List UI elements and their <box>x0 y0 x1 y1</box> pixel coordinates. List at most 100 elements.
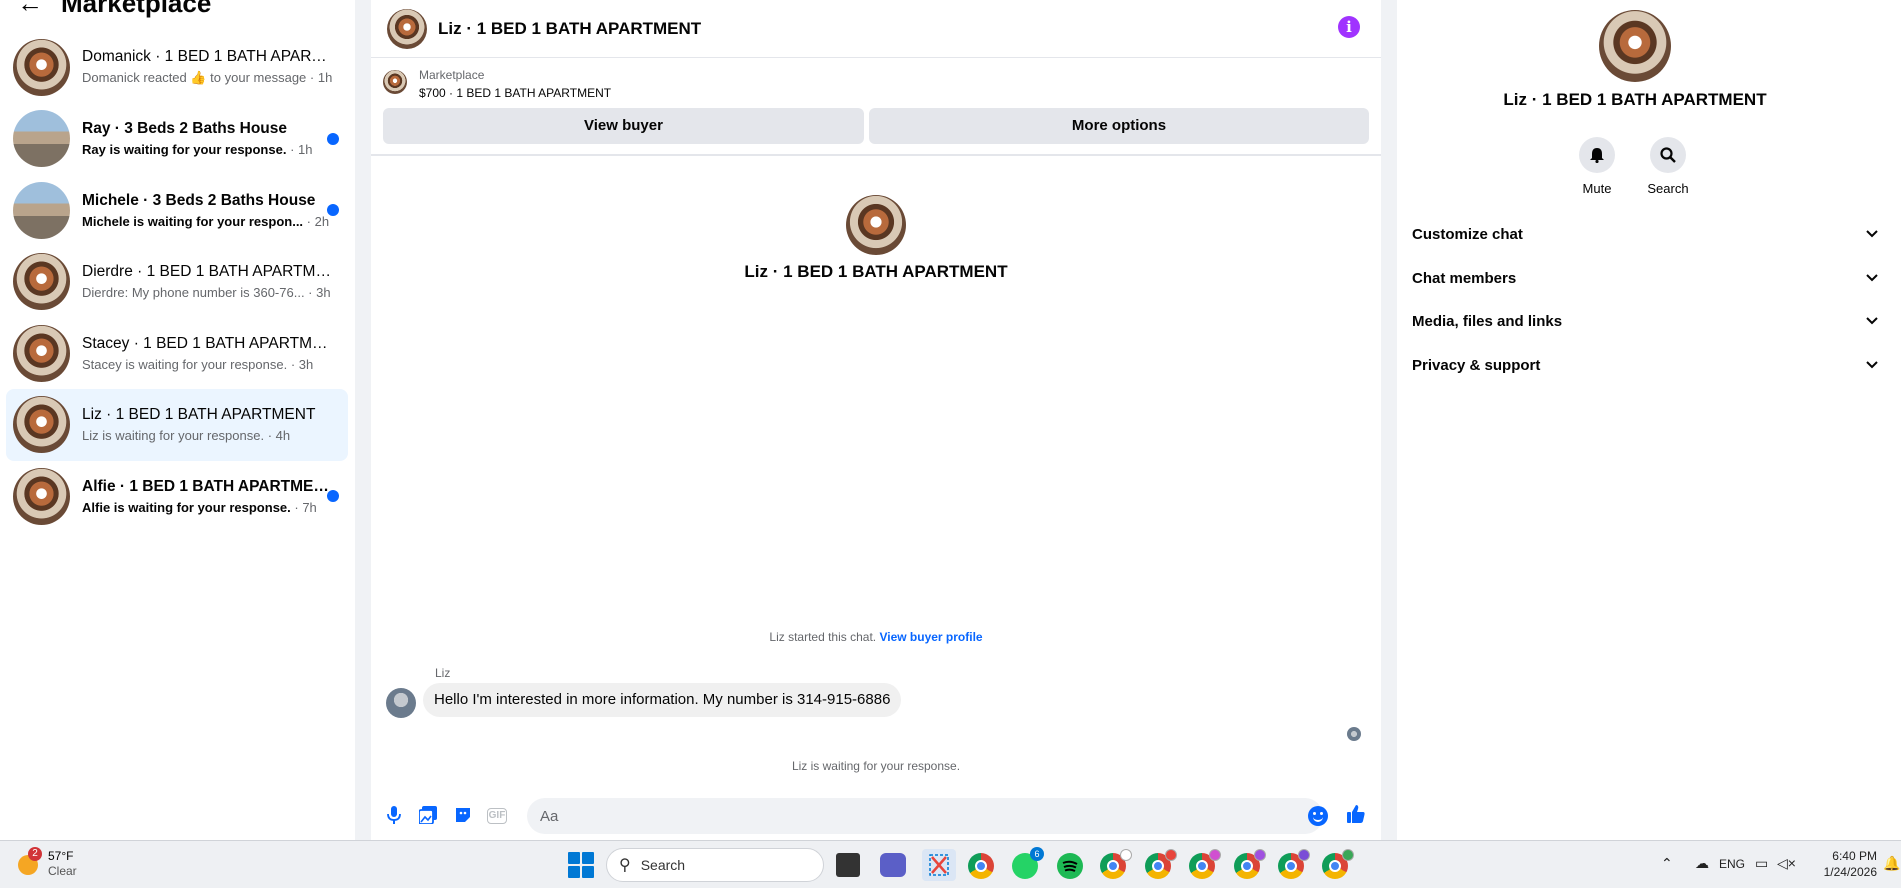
conversation-time: 7h <box>302 499 317 515</box>
taskbar-search-label: Search <box>640 857 686 873</box>
windows-start-icon[interactable] <box>568 852 594 878</box>
chrome-profile-3-icon[interactable] <box>1189 849 1221 879</box>
chat-started-notice: Liz started this chat. View buyer profil… <box>371 630 1381 644</box>
snipping-tool-icon[interactable] <box>922 849 956 881</box>
more-options-button[interactable]: More options <box>869 108 1369 144</box>
conversation-item[interactable]: Liz · 1 BED 1 BATH APARTMENT Liz is waiti… <box>6 388 348 461</box>
clock-date: 1/24/2026 <box>1823 865 1877 879</box>
conversation-sidebar: ← Marketplace Domanick · 1 BED 1 BATH AP… <box>0 0 355 840</box>
view-buyer-profile-link[interactable]: View buyer profile <box>879 630 982 644</box>
conversation-time: 2h <box>314 213 330 229</box>
network-icon[interactable]: ▭ <box>1755 855 1768 872</box>
search-label: Search <box>1647 181 1689 196</box>
conversation-preview: Stacey is waiting for your response. <box>82 356 288 372</box>
section-media-files-links[interactable]: Media, files and links <box>1412 306 1878 336</box>
conversation-name: Alfie · 1 BED 1 BATH APARTMENT <box>82 477 332 495</box>
chat-avatar[interactable] <box>387 8 427 49</box>
section-label: Chat members <box>1412 269 1517 287</box>
conversation-preview-line: Alfie is waiting for your response. · 7h <box>82 499 317 515</box>
photo-icon[interactable] <box>418 806 438 826</box>
gif-icon[interactable]: GIF <box>487 808 507 824</box>
conversation-preview-line: Ray is waiting for your response. · 1h <box>82 142 313 157</box>
chrome-profile-6-icon[interactable] <box>1322 849 1354 879</box>
message-input[interactable] <box>527 798 1323 834</box>
teams-icon[interactable] <box>880 853 906 877</box>
section-customize-chat[interactable]: Customize chat <box>1412 219 1878 249</box>
conversation-avatar <box>13 324 70 382</box>
spotify-icon[interactable] <box>1057 853 1083 879</box>
whatsapp-badge: 6 <box>1030 847 1044 861</box>
microphone-icon[interactable] <box>384 806 404 826</box>
chrome-profile-2-icon[interactable] <box>1145 849 1177 879</box>
conversation-name: Dierdre · 1 BED 1 BATH APARTMENT <box>82 263 332 280</box>
conversation-item[interactable]: Domanick · 1 BED 1 BATH APARTM... Domanic… <box>6 31 348 103</box>
thumbs-up-icon[interactable] <box>1346 804 1366 824</box>
conversation-item[interactable]: Ray · 3 Beds 2 Baths House Ray is waiting… <box>6 103 348 175</box>
back-arrow-icon[interactable]: ← <box>17 0 43 16</box>
conversation-name: Michele · 3 Beds 2 Baths House <box>82 191 316 209</box>
chrome-icon[interactable] <box>968 853 994 879</box>
waiting-notice: Liz is waiting for your response. <box>791 759 961 773</box>
panel-avatar[interactable] <box>1599 10 1671 82</box>
conversation-preview: Ray is waiting for your response. <box>82 142 287 157</box>
mute-label: Mute <box>1582 181 1612 196</box>
conversation-item[interactable]: Michele · 3 Beds 2 Baths House Michele is… <box>6 174 348 246</box>
conversation-preview-line: Michele is waiting for your respon... · … <box>82 213 330 229</box>
clock[interactable]: 6:40 PM 1/24/2026 <box>1801 848 1877 880</box>
search-button[interactable]: Search <box>1638 137 1698 196</box>
sticker-icon[interactable] <box>453 806 473 826</box>
conversation-item[interactable]: Alfie · 1 BED 1 BATH APARTMENT Alfie is w… <box>6 460 348 532</box>
section-privacy-support[interactable]: Privacy & support <box>1412 350 1878 380</box>
sender-avatar[interactable] <box>386 688 416 718</box>
chrome-profile-4-icon[interactable] <box>1234 849 1266 879</box>
chrome-profile-1-icon[interactable] <box>1100 849 1132 879</box>
section-label: Customize chat <box>1412 225 1523 243</box>
language-indicator[interactable]: ENG <box>1719 857 1745 871</box>
weather-badge: 2 <box>28 847 42 861</box>
conversation-item[interactable]: Dierdre · 1 BED 1 BATH APARTMENT Dierdre:… <box>6 246 348 318</box>
chat-started-text: Liz started this chat. <box>769 630 877 644</box>
onedrive-offline-icon[interactable]: ☁ <box>1695 855 1709 872</box>
conversation-item[interactable]: Stacey · 1 BED 1 BATH APARTMENT Stacey is… <box>6 317 348 389</box>
conversation-avatar <box>13 253 70 310</box>
listing-source: Marketplace <box>419 68 485 82</box>
unread-dot <box>327 132 339 145</box>
listing-title[interactable]: $700 · 1 BED 1 BATH APARTMENT <box>419 86 611 100</box>
conversation-time: 3h <box>298 356 314 372</box>
weather-moon-icon: 2 <box>16 847 42 875</box>
emoji-icon[interactable] <box>1308 806 1328 826</box>
mute-button[interactable]: Mute <box>1567 137 1627 196</box>
sender-name: Liz <box>435 666 451 680</box>
seen-indicator-avatar <box>1347 727 1361 741</box>
volume-muted-icon[interactable]: ◁× <box>1777 855 1796 872</box>
conversation-avatar <box>13 467 70 525</box>
chevron-down-icon <box>1866 227 1878 241</box>
whatsapp-icon[interactable]: 6 <box>1012 847 1044 879</box>
conversation-preview-line: Stacey is waiting for your response. · 3… <box>82 356 314 372</box>
message-bubble[interactable]: Hello I'm interested in more information… <box>423 683 902 717</box>
conversation-time: 1h <box>317 70 332 85</box>
weather-desc: Clear <box>48 864 77 878</box>
conversation-avatar <box>13 38 70 96</box>
chat-title[interactable]: Liz · 1 BED 1 BATH APARTMENT <box>438 19 701 39</box>
chat-info-panel: Liz · 1 BED 1 BATH APARTMENT Mute Search… <box>1397 0 1901 840</box>
view-buyer-button[interactable]: View buyer <box>383 108 864 144</box>
weather-widget[interactable]: 2 57°F Clear <box>16 847 77 879</box>
intro-avatar[interactable] <box>846 195 906 255</box>
info-icon[interactable]: i <box>1338 16 1360 38</box>
clock-time: 6:40 PM <box>1832 849 1877 863</box>
section-chat-members[interactable]: Chat members <box>1412 263 1878 293</box>
notification-bell-icon[interactable]: 🔔 <box>1883 855 1900 872</box>
listing-thumbnail[interactable] <box>383 70 407 94</box>
conversation-avatar <box>13 396 70 453</box>
unread-dot <box>327 490 339 502</box>
chrome-profile-5-icon[interactable] <box>1278 849 1310 879</box>
chevron-up-icon[interactable]: ⌃ <box>1661 855 1673 872</box>
task-view-icon[interactable] <box>836 853 860 877</box>
weather-temp: 57°F <box>48 849 74 863</box>
conversation-preview-line: Liz is waiting for your response. · 4h <box>82 428 291 443</box>
conversation-preview: Liz is waiting for your response. <box>82 428 265 443</box>
chevron-down-icon <box>1866 358 1878 372</box>
taskbar-search[interactable]: ⚲ Search <box>606 848 824 882</box>
section-label: Privacy & support <box>1412 356 1541 374</box>
